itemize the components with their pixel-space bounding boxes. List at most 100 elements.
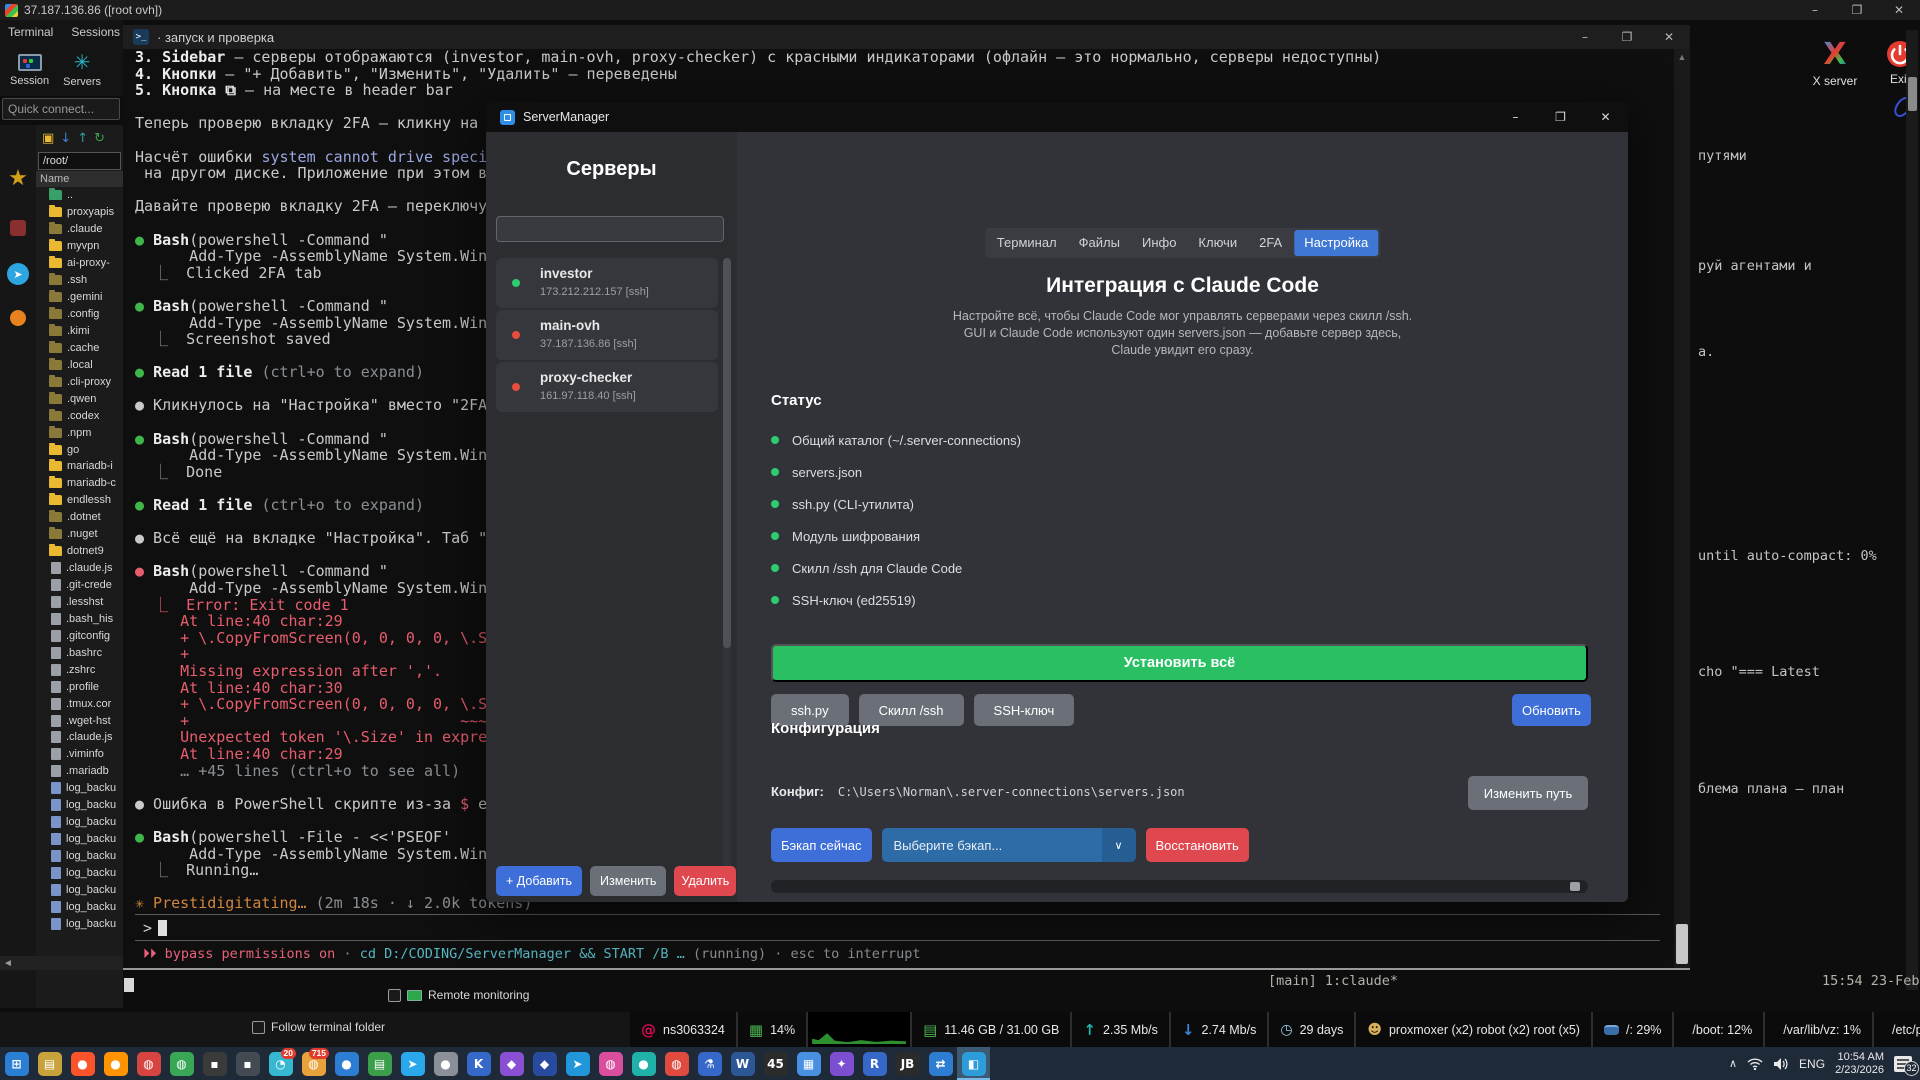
install-all-button[interactable]: Установить всё: [771, 644, 1588, 682]
taskbar-vscode[interactable]: ◧: [957, 1047, 990, 1080]
taskbar-app-r[interactable]: R: [858, 1047, 891, 1080]
tray-clock[interactable]: 10:54 AM 2/23/2026: [1835, 1051, 1884, 1077]
volume-icon[interactable]: [1773, 1057, 1789, 1071]
file-row[interactable]: .codex: [36, 407, 123, 424]
file-row[interactable]: log_backu: [36, 814, 123, 831]
orange-ball-icon[interactable]: [7, 307, 29, 329]
file-row[interactable]: .cache: [36, 339, 123, 356]
minimize-button[interactable]: [1794, 0, 1836, 20]
sftp-icon[interactable]: [7, 217, 29, 239]
file-row[interactable]: .qwen: [36, 390, 123, 407]
refresh-button[interactable]: Обновить: [1512, 694, 1591, 726]
menu-terminal[interactable]: Terminal: [8, 25, 53, 39]
file-row[interactable]: .claude.js: [36, 729, 123, 746]
remote-monitoring-option[interactable]: Remote monitoring: [388, 988, 529, 1002]
refresh-icon[interactable]: ↻: [94, 131, 105, 146]
sm-maximize-button[interactable]: [1538, 102, 1583, 132]
tab[interactable]: Файлы: [1069, 230, 1130, 256]
file-row[interactable]: .dotnet: [36, 509, 123, 526]
taskbar-telegram-2[interactable]: ➤: [561, 1047, 594, 1080]
tab[interactable]: 2FA: [1249, 230, 1292, 256]
terminal-close-button[interactable]: [1648, 27, 1690, 47]
file-row[interactable]: .cli-proxy: [36, 373, 123, 390]
file-row[interactable]: .gitconfig: [36, 627, 123, 644]
file-row[interactable]: .tmux.cor: [36, 695, 123, 712]
taskbar-notes-green[interactable]: ▤: [363, 1047, 396, 1080]
taskbar-app-teal[interactable]: ●: [627, 1047, 660, 1080]
file-row[interactable]: .mariadb: [36, 763, 123, 780]
scroll-up-icon[interactable]: ▲: [1674, 49, 1690, 65]
sidebar-scrollbar-thumb[interactable]: [723, 258, 731, 648]
bottom-scroll-thumb[interactable]: [1570, 882, 1580, 891]
terminal-scrollbar[interactable]: ▲ ▼: [1674, 49, 1690, 968]
close-button[interactable]: [1878, 0, 1920, 20]
taskbar-quick-share[interactable]: ⇄: [924, 1047, 957, 1080]
taskbar-telegram[interactable]: ➤: [396, 1047, 429, 1080]
taskbar-file-explorer[interactable]: ▤: [33, 1047, 66, 1080]
bottom-scroll-track[interactable]: [771, 880, 1588, 893]
file-row[interactable]: log_backu: [36, 881, 123, 898]
taskbar-app-dark-2[interactable]: ▪: [231, 1047, 264, 1080]
taskbar-app-purple[interactable]: ◆: [495, 1047, 528, 1080]
follow-terminal-folder-option[interactable]: Follow terminal folder: [252, 1020, 385, 1034]
file-row[interactable]: dotnet9: [36, 543, 123, 560]
notification-center-icon[interactable]: 32: [1894, 1056, 1912, 1072]
taskbar-jetbrains[interactable]: JB: [891, 1047, 924, 1080]
file-row[interactable]: mariadb-c: [36, 475, 123, 492]
file-row[interactable]: endlessh: [36, 492, 123, 509]
tray-expand-icon[interactable]: [1729, 1057, 1737, 1070]
file-row[interactable]: ai-proxy-: [36, 255, 123, 272]
tab[interactable]: Терминал: [987, 230, 1067, 256]
file-row[interactable]: .git-crede: [36, 577, 123, 594]
file-row[interactable]: log_backu: [36, 848, 123, 865]
quick-install-button[interactable]: SSH-ключ: [974, 694, 1075, 726]
sm-close-button[interactable]: [1583, 102, 1628, 132]
file-row[interactable]: .nuget: [36, 526, 123, 543]
file-row[interactable]: .bash_his: [36, 610, 123, 627]
taskbar-chrome[interactable]: ◍: [660, 1047, 693, 1080]
backup-select[interactable]: Выберите бэкап...: [882, 828, 1136, 862]
terminal-maximize-button[interactable]: [1606, 27, 1648, 47]
restore-button[interactable]: [1836, 0, 1878, 20]
menu-sessions[interactable]: Sessions: [71, 25, 120, 39]
taskbar-firefox[interactable]: ●: [99, 1047, 132, 1080]
file-row[interactable]: .profile: [36, 678, 123, 695]
server-item[interactable]: investor 173.212.212.157 [ssh]: [496, 258, 718, 308]
checkbox-icon[interactable]: [388, 989, 401, 1002]
telegram-dock-icon[interactable]: ➤: [7, 263, 29, 285]
server-item[interactable]: main-ovh 37.187.136.86 [ssh]: [496, 310, 718, 360]
file-row[interactable]: log_backu: [36, 865, 123, 882]
taskbar-brave[interactable]: ●: [66, 1047, 99, 1080]
terminal-scrollbar-thumb[interactable]: [1676, 924, 1688, 964]
file-row[interactable]: .bashrc: [36, 644, 123, 661]
file-row[interactable]: .local: [36, 356, 123, 373]
taskbar-app-k[interactable]: K: [462, 1047, 495, 1080]
file-row[interactable]: .zshrc: [36, 661, 123, 678]
server-item[interactable]: proxy-checker 161.97.118.40 [ssh]: [496, 362, 718, 412]
file-row[interactable]: .npm: [36, 424, 123, 441]
server-search-input[interactable]: [496, 216, 724, 242]
taskbar-app-dark-1[interactable]: ▪: [198, 1047, 231, 1080]
file-row[interactable]: log_backu: [36, 915, 123, 932]
file-panel-hscroll[interactable]: ◄: [0, 956, 123, 970]
folder-up-icon[interactable]: ▣: [42, 131, 54, 146]
taskbar-browser-profile-1[interactable]: ◍: [132, 1047, 165, 1080]
file-row[interactable]: log_backu: [36, 797, 123, 814]
taskbar-app-blue-grid[interactable]: ▦: [792, 1047, 825, 1080]
tab[interactable]: Настройка: [1294, 230, 1378, 256]
file-row[interactable]: .viminfo: [36, 746, 123, 763]
session-button[interactable]: Session: [10, 44, 49, 96]
file-row[interactable]: .claude.js: [36, 560, 123, 577]
servers-button[interactable]: ✳ Servers: [63, 44, 101, 96]
file-row[interactable]: proxyapis: [36, 204, 123, 221]
claude-input-box[interactable]: >: [135, 914, 1660, 941]
file-row[interactable]: go: [36, 441, 123, 458]
file-row[interactable]: mariadb-i: [36, 458, 123, 475]
file-row[interactable]: log_backu: [36, 831, 123, 848]
tab[interactable]: Инфо: [1132, 230, 1186, 256]
file-row[interactable]: .kimi: [36, 323, 123, 340]
wifi-icon[interactable]: [1747, 1058, 1763, 1070]
restore-button[interactable]: Восстановить: [1146, 828, 1249, 862]
file-row[interactable]: .claude: [36, 221, 123, 238]
xserver-button[interactable]: X X server: [1795, 40, 1875, 88]
